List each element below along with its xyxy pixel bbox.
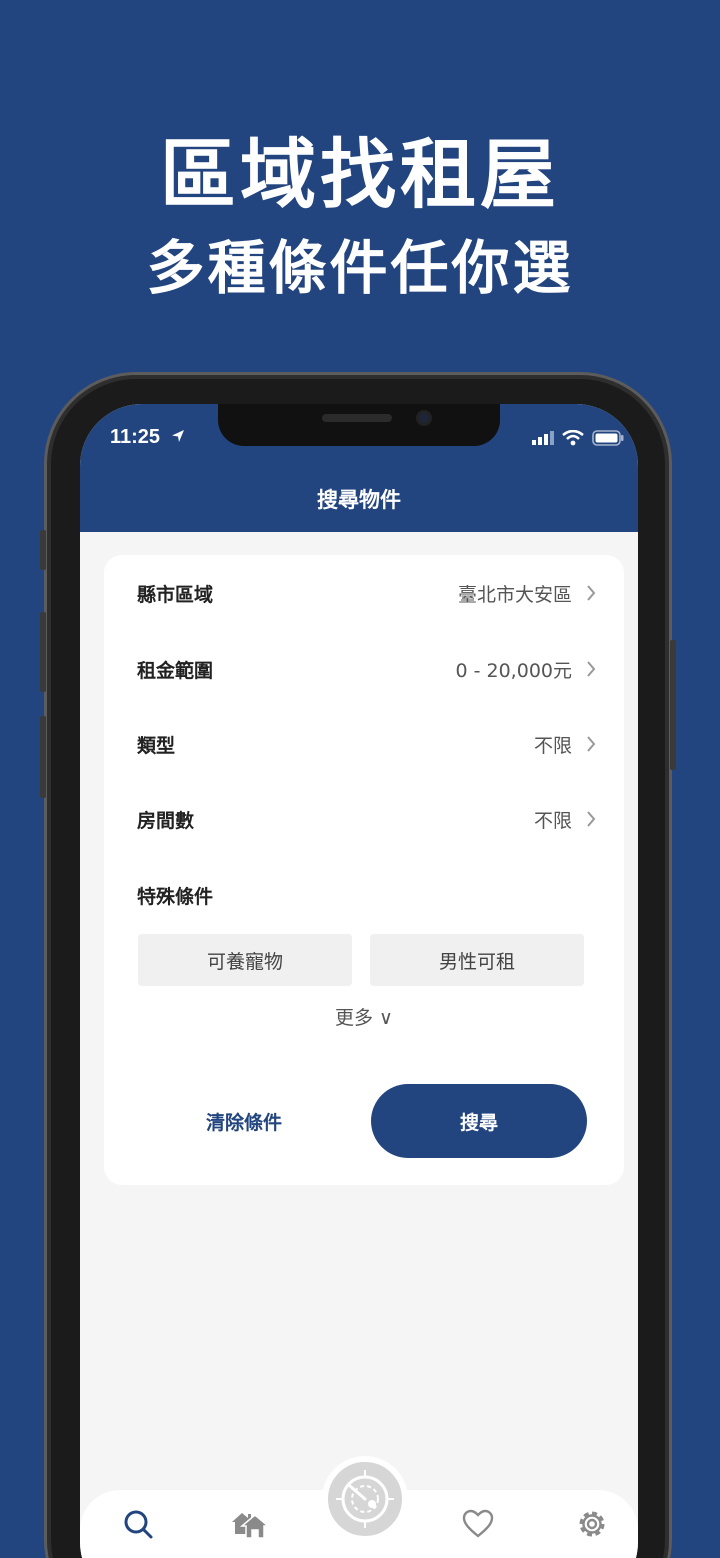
status-icons [532,430,624,446]
front-camera [416,410,432,426]
chevron-right-icon [587,585,596,601]
filter-row-region[interactable]: 縣市區域 臺北市大安區 [104,563,624,623]
phone-notch [218,404,500,446]
chevron-right-icon [587,736,596,752]
status-time: 11:25 [110,426,186,449]
filter-label: 租金範圍 [137,659,214,682]
phone-mute-switch [40,530,46,570]
tab-homes[interactable] [230,1504,270,1544]
chevron-right-icon [587,661,596,677]
status-time-text: 11:25 [110,426,161,448]
location-arrow-icon [171,430,184,442]
special-conditions-label: 特殊條件 [137,886,214,908]
filter-value: 臺北市大安區 [457,583,572,606]
filter-value: 不限 [533,809,572,832]
cellular-signal-icon [532,431,554,445]
more-conditions-toggle[interactable]: 更多 ∨ [104,1003,624,1030]
filter-row-rent[interactable]: 租金範圍 0 - 20,000元 [104,639,624,699]
filter-label: 縣市區域 [137,583,214,606]
chevron-right-icon [587,811,596,827]
search-filter-card: 縣市區域 臺北市大安區 租金範圍 0 - 20,000元 類型 不限 房間數 不… [104,555,624,1185]
filter-row-rooms[interactable]: 房間數 不限 [104,789,624,849]
filter-label: 房間數 [137,809,195,832]
battery-icon [592,430,624,446]
phone-volume-up [40,612,46,692]
phone-volume-down [40,716,46,798]
filter-label: 類型 [137,734,176,757]
hero-title: 區域找租屋 [160,130,560,219]
clear-conditions-button[interactable]: 清除條件 [137,1084,351,1158]
chip-male-allowed[interactable]: 男性可租 [370,934,584,986]
radar-icon [336,1470,394,1528]
filter-value: 0 - 20,000元 [455,659,572,682]
heart-icon [462,1509,494,1538]
speaker-grille [322,414,392,422]
filter-row-type[interactable]: 類型 不限 [104,714,624,774]
search-button[interactable]: 搜尋 [371,1084,587,1158]
tab-favorites[interactable] [458,1504,498,1544]
tab-radar[interactable] [322,1456,408,1542]
phone-power-button [670,640,676,770]
page-title: 搜尋物件 [317,488,401,512]
app-screen: 11:25 搜尋物件 縣市區域 臺北市大安區 租金範圍 0 - 20,000元 … [80,404,638,1558]
tab-search[interactable] [118,1504,158,1544]
wifi-icon [562,430,584,446]
search-icon [124,1510,153,1539]
home-icon [232,1513,270,1539]
gear-icon [579,1511,605,1537]
hero-subtitle: 多種條件任你選 [146,234,574,302]
chip-pets-allowed[interactable]: 可養寵物 [138,934,352,986]
tab-settings[interactable] [572,1504,612,1544]
filter-value: 不限 [533,734,572,757]
